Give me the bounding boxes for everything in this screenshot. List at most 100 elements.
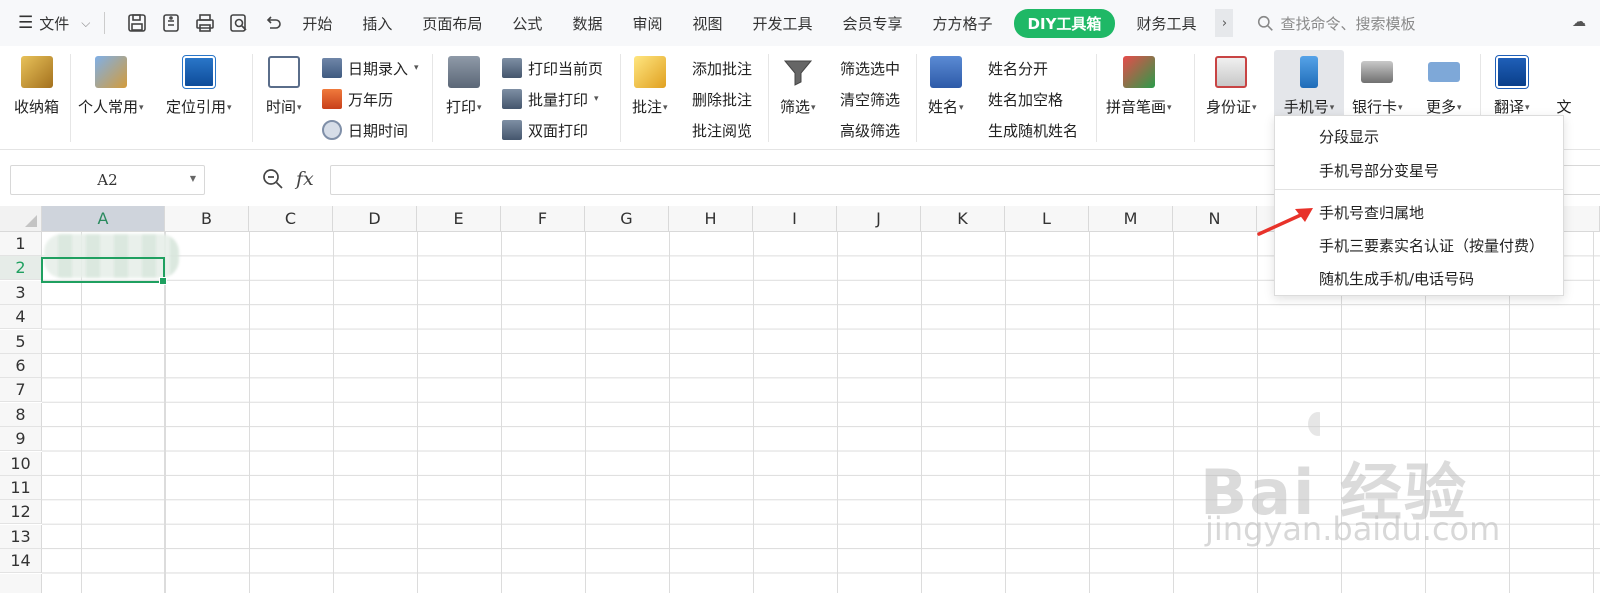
name-split-button[interactable]: 姓名分开 bbox=[988, 56, 1048, 80]
row-header[interactable] bbox=[0, 573, 42, 593]
tab-member[interactable]: 会员专享 bbox=[828, 13, 918, 34]
chevron-down-icon: ⌵ bbox=[81, 15, 91, 30]
view-comment-button[interactable]: 批注阅览 bbox=[692, 118, 752, 142]
tab-insert[interactable]: 插入 bbox=[347, 13, 407, 34]
column-header[interactable]: M bbox=[1089, 206, 1173, 232]
row-header[interactable]: 3 bbox=[0, 280, 42, 305]
column-header[interactable]: N bbox=[1173, 206, 1257, 232]
print-icon[interactable] bbox=[195, 13, 215, 33]
tab-fangfang[interactable]: 方方格子 bbox=[918, 13, 1008, 34]
divider bbox=[916, 54, 917, 142]
translate-button[interactable]: 翻译▾ bbox=[1494, 52, 1530, 117]
more-button[interactable]: 更多▾ bbox=[1426, 52, 1462, 117]
menu-item-random-phone[interactable]: 随机生成手机/电话号码 bbox=[1319, 268, 1474, 289]
advanced-filter-button[interactable]: 高级筛选 bbox=[840, 118, 900, 142]
print-preview-icon[interactable] bbox=[229, 13, 249, 33]
random-name-button[interactable]: 生成随机姓名 bbox=[988, 118, 1078, 142]
column-header[interactable]: H bbox=[669, 206, 753, 232]
tab-start[interactable]: 开始 bbox=[287, 13, 347, 34]
delete-comment-button[interactable]: 删除批注 bbox=[692, 87, 752, 111]
more-icon bbox=[1427, 62, 1460, 82]
bank-card-button[interactable]: 银行卡▾ bbox=[1352, 52, 1403, 117]
row-header[interactable]: 11 bbox=[0, 476, 42, 500]
text-tools-button[interactable]: 文 bbox=[1548, 52, 1580, 117]
comment-button[interactable]: 批注▾ bbox=[632, 52, 668, 117]
name-space-button[interactable]: 姓名加空格 bbox=[988, 87, 1063, 111]
locate-reference-button[interactable]: 定位引用▾ bbox=[166, 52, 232, 117]
tab-page-layout[interactable]: 页面布局 bbox=[407, 13, 497, 34]
column-divider bbox=[164, 232, 165, 593]
column-header[interactable]: L bbox=[1005, 206, 1089, 232]
row-header[interactable]: 1 bbox=[0, 232, 42, 256]
pinyin-stroke-button[interactable]: 拼音笔画▾ bbox=[1106, 52, 1172, 117]
name-box[interactable]: A2 ▼ bbox=[10, 165, 205, 195]
menu-item-phone-location[interactable]: 手机号查归属地 bbox=[1319, 202, 1424, 223]
add-comment-button[interactable]: 添加批注 bbox=[692, 56, 752, 80]
save-icon[interactable] bbox=[127, 13, 147, 33]
date-time-button[interactable]: 日期时间 bbox=[322, 118, 408, 142]
row-header[interactable]: 9 bbox=[0, 427, 42, 452]
row-header[interactable]: 8 bbox=[0, 402, 42, 427]
search-icon bbox=[1258, 15, 1274, 31]
cloud-sync-icon[interactable]: ☁ bbox=[1572, 14, 1600, 32]
file-menu[interactable]: ☰ 文件 ⌵ bbox=[18, 13, 90, 34]
duplex-print-button[interactable]: 双面打印 bbox=[502, 118, 588, 142]
command-search[interactable]: 查找命令、搜索模板 bbox=[1257, 13, 1415, 34]
tab-formula[interactable]: 公式 bbox=[497, 13, 557, 34]
row-header[interactable]: 2 bbox=[0, 256, 42, 281]
note-icon bbox=[633, 56, 666, 88]
date-entry-icon bbox=[322, 58, 342, 78]
tab-view[interactable]: 视图 bbox=[677, 13, 737, 34]
function-icon[interactable]: fx bbox=[296, 168, 314, 190]
menu-item-three-factor-auth[interactable]: 手机三要素实名认证（按量付费） bbox=[1319, 235, 1544, 256]
time-button[interactable]: 时间▾ bbox=[266, 52, 302, 117]
column-header[interactable]: A bbox=[42, 206, 165, 232]
undo-icon[interactable] bbox=[263, 13, 283, 33]
row-header[interactable]: 6 bbox=[0, 354, 42, 378]
active-cell-a2[interactable] bbox=[41, 257, 167, 285]
personal-common-button[interactable]: 个人常用▾ bbox=[78, 52, 144, 117]
select-all-corner[interactable] bbox=[0, 206, 42, 232]
row-header[interactable]: 7 bbox=[0, 378, 42, 403]
column-header[interactable]: K bbox=[921, 206, 1005, 232]
id-card-icon bbox=[1215, 56, 1248, 88]
column-header[interactable]: B bbox=[165, 206, 249, 232]
column-header[interactable]: C bbox=[249, 206, 333, 232]
column-header[interactable]: J bbox=[837, 206, 921, 232]
column-header[interactable]: D bbox=[333, 206, 417, 232]
column-header[interactable]: E bbox=[417, 206, 501, 232]
filter-button[interactable]: 筛选▾ bbox=[780, 52, 816, 117]
zoom-icon[interactable] bbox=[262, 168, 284, 190]
clear-filter-button[interactable]: 清空筛选 bbox=[840, 87, 900, 111]
name-button[interactable]: 姓名▾ bbox=[928, 52, 964, 117]
filter-selected-button[interactable]: 筛选选中 bbox=[840, 56, 900, 80]
export-icon[interactable] bbox=[161, 13, 181, 33]
batch-print-button[interactable]: 批量打印 ▾ bbox=[502, 87, 599, 111]
divider bbox=[104, 12, 106, 34]
row-header[interactable]: 13 bbox=[0, 524, 42, 549]
row-header[interactable]: 4 bbox=[0, 305, 42, 330]
tab-diy-toolbox[interactable]: DIY工具箱 bbox=[1013, 8, 1116, 38]
menu-item-segment-display[interactable]: 分段显示 bbox=[1319, 126, 1379, 147]
id-card-button[interactable]: 身份证▾ bbox=[1206, 52, 1257, 117]
print-label: 打印 bbox=[446, 98, 477, 116]
row-header[interactable]: 12 bbox=[0, 500, 42, 525]
date-entry-button[interactable]: 日期录入 ▾ bbox=[322, 56, 419, 80]
menu-item-mask-phone[interactable]: 手机号部分变星号 bbox=[1319, 160, 1439, 181]
print-button[interactable]: 打印▾ bbox=[446, 52, 482, 117]
row-header[interactable]: 14 bbox=[0, 549, 42, 574]
tab-data[interactable]: 数据 bbox=[557, 13, 617, 34]
storage-box-button[interactable]: 收纳箱 bbox=[14, 52, 59, 117]
tab-finance[interactable]: 财务工具 bbox=[1121, 13, 1211, 34]
perpetual-calendar-button[interactable]: 万年历 bbox=[322, 87, 393, 111]
more-tabs-arrow-icon[interactable]: › bbox=[1215, 9, 1234, 37]
print-current-page-button[interactable]: 打印当前页 bbox=[502, 56, 603, 80]
row-header[interactable]: 5 bbox=[0, 329, 42, 354]
tab-review[interactable]: 审阅 bbox=[617, 13, 677, 34]
tab-developer[interactable]: 开发工具 bbox=[737, 13, 827, 34]
column-header[interactable]: I bbox=[753, 206, 837, 232]
row-header[interactable]: 10 bbox=[0, 451, 42, 476]
column-header[interactable]: F bbox=[501, 206, 585, 232]
phone-number-button[interactable]: 手机号▾ bbox=[1274, 50, 1344, 118]
column-header[interactable]: G bbox=[585, 206, 669, 232]
